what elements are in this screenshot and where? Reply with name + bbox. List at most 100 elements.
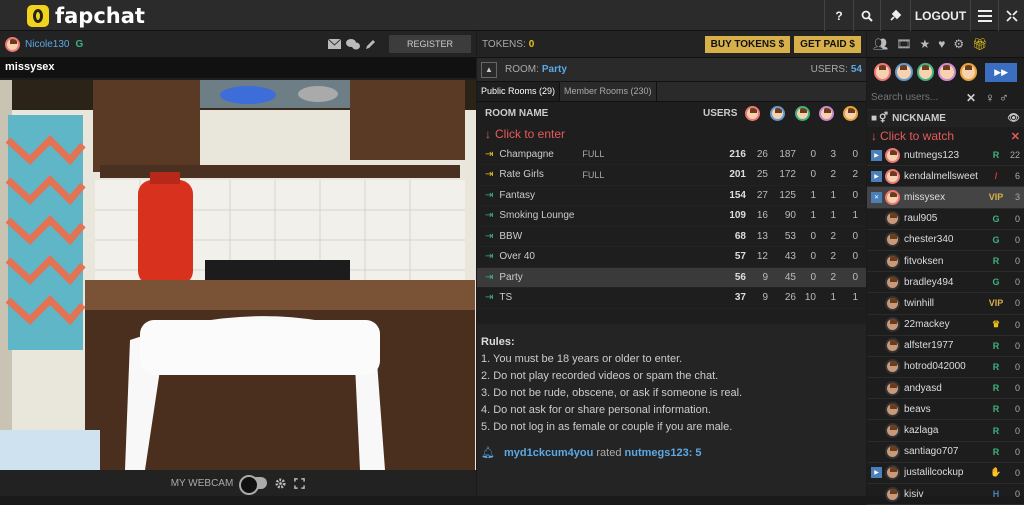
user-count: 0 [1014, 277, 1020, 288]
user-list-item[interactable]: beavs R 0 [867, 399, 1024, 421]
film-icon[interactable]: 🎞︎ [896, 37, 911, 51]
rooms-table-header: ROOM NAME USERS [477, 102, 866, 124]
edit-icon[interactable] [365, 39, 376, 50]
room-female-count: 13 [756, 230, 768, 242]
user-avatar [885, 147, 900, 163]
clear-search-icon[interactable]: ✕ [966, 91, 976, 105]
gift-icon[interactable]: 🎁︎ [972, 37, 987, 51]
menu-button[interactable] [970, 0, 998, 31]
user-badge: R [992, 446, 1000, 457]
room-trans-count: 0 [810, 148, 816, 160]
user-list-item[interactable]: chester340 G 0 [867, 230, 1024, 251]
collapse-rooms-button[interactable]: ▲ [481, 61, 497, 78]
user-list-item[interactable]: 22mackey ♛ 0 [867, 315, 1024, 336]
filter-trans-icon[interactable] [916, 63, 935, 81]
user-list-item[interactable]: alfster1977 R 0 [867, 336, 1024, 357]
room-row[interactable]: ⇥ Party 56 9 45 0 2 0 [477, 267, 866, 288]
help-icon: ? [835, 8, 843, 23]
mail-icon[interactable] [328, 39, 341, 49]
settings-plug-button[interactable] [880, 0, 910, 31]
filter-group-icon[interactable] [959, 63, 978, 81]
heart-icon[interactable]: ♥ [938, 37, 945, 51]
user-list-item[interactable]: ▶ nutmegs123 R 22 [867, 145, 1024, 167]
room-users-total: 37 [734, 292, 746, 304]
user-list-item[interactable]: fitvoksen R 0 [867, 251, 1024, 273]
tokens-value: 0 [528, 38, 535, 50]
filter-couple-icon[interactable] [938, 63, 956, 81]
user-count: 0 [1014, 234, 1020, 245]
rule-item: 5. Do not log in as female or couple if … [481, 421, 733, 433]
eye-icon[interactable]: 👁︎ [1007, 113, 1020, 124]
users-group-icon[interactable]: 👥︎ [873, 37, 888, 51]
col-room-name: ROOM NAME [485, 107, 549, 119]
user-list-item[interactable]: ▶ justalilcockup ✋ 0 [867, 463, 1024, 484]
user-nickname: santiago707 [904, 446, 959, 458]
user-list-item[interactable]: twinhill VIP 0 [867, 293, 1024, 315]
male-symbol-icon[interactable]: ♂ [999, 90, 1009, 105]
rules-panel: Rules: 1. You must be 18 years or older … [477, 324, 866, 472]
watch-cam-icon[interactable]: ▶ [871, 149, 882, 161]
chat-icon[interactable] [346, 38, 360, 50]
filter-female-icon[interactable] [874, 63, 892, 81]
user-count: 0 [1014, 361, 1020, 372]
buy-tokens-button[interactable]: BUY TOKENS $ [704, 35, 791, 53]
user-count: 0 [1014, 425, 1020, 436]
gear-icon[interactable] [275, 477, 286, 489]
star-icon[interactable]: ★ [919, 37, 930, 51]
tab-member-rooms[interactable]: Member Rooms (230) [560, 82, 657, 101]
close-icon[interactable]: ✕ [1011, 130, 1020, 143]
room-row[interactable]: ⇥ Smoking Lounge 109 16 90 1 1 1 [477, 206, 866, 227]
user-avatar [885, 253, 900, 269]
watch-cam-icon[interactable]: ▶ [871, 467, 882, 479]
webcam-toggle[interactable] [239, 475, 268, 495]
female-symbol-icon[interactable]: ♀ [985, 90, 995, 105]
brand-logo[interactable]: fapchat [27, 4, 145, 28]
expand-icon[interactable] [294, 477, 306, 489]
user-search-input[interactable] [871, 88, 963, 107]
user-count: 0 [1014, 467, 1020, 478]
room-row[interactable]: ⇥ Over 40 57 12 43 0 2 0 [477, 247, 866, 268]
user-list-item[interactable]: kazlaga R 0 [867, 420, 1024, 442]
user-nickname: missysex [904, 191, 946, 203]
room-name: Smoking Lounge [499, 210, 575, 222]
notice-user[interactable]: myd1ckcum4you [504, 447, 593, 459]
stop-watch-icon[interactable]: ✕ [871, 191, 882, 203]
search-button[interactable] [853, 0, 880, 31]
room-row[interactable]: ⇥ Champagne FULL 216 26 187 0 3 0 [477, 145, 866, 165]
search-icon [861, 10, 873, 22]
user-list-item[interactable]: hotrod042000 R 0 [867, 357, 1024, 379]
user-list-item[interactable]: ▶ kendalmellsweet / 6 [867, 166, 1024, 188]
room-row[interactable]: ⇥ BBW 68 13 53 0 2 0 [477, 227, 866, 247]
filter-male-icon[interactable] [895, 63, 913, 81]
click-to-enter-hint: ↓ Click to enter [485, 127, 566, 142]
register-button[interactable]: REGISTER [389, 35, 471, 53]
room-couple-count: 1 [830, 292, 836, 304]
room-row[interactable]: ⇥ TS 37 9 26 10 1 1 [477, 288, 866, 309]
room-row[interactable]: ⇥ Fantasy 154 27 125 1 1 0 [477, 186, 866, 206]
gear-icon[interactable]: ⚙ [953, 37, 964, 51]
gender-filter-bar: ▶▶ [867, 58, 1024, 86]
male-avatar-icon [770, 105, 785, 121]
tab-public-rooms[interactable]: Public Rooms (29) [477, 82, 561, 101]
user-list-item[interactable]: kisiv H 0 [867, 484, 1024, 505]
get-paid-button[interactable]: GET PAID $ [794, 35, 861, 53]
logout-button[interactable]: LOGOUT [910, 0, 970, 31]
room-row[interactable]: ⇥ Rate Girls FULL 201 25 172 0 2 2 [477, 165, 866, 186]
user-list-item[interactable]: ✕ missysex VIP 3 [867, 187, 1024, 209]
fullscreen-button[interactable] [998, 0, 1024, 31]
room-male-count: 172 [779, 169, 796, 181]
watch-cam-icon[interactable]: ▶ [871, 170, 882, 182]
notice-target[interactable]: nutmegs123 [625, 447, 689, 459]
username[interactable]: Nicole130 [25, 39, 69, 50]
user-list-item[interactable]: raul905 G 0 [867, 209, 1024, 230]
room-name: BBW [499, 230, 523, 242]
user-count: 0 [1014, 213, 1020, 224]
user-list-item[interactable]: bradley494 G 0 [867, 272, 1024, 294]
user-avatar [885, 317, 900, 333]
fast-forward-button[interactable]: ▶▶ [985, 62, 1017, 82]
user-list-item[interactable]: santiago707 R 0 [867, 442, 1024, 463]
user-list-item[interactable]: andyasd R 0 [867, 378, 1024, 400]
help-button[interactable]: ? [824, 0, 853, 31]
video-feed[interactable] [0, 80, 476, 470]
room-male-count: 45 [784, 271, 796, 283]
